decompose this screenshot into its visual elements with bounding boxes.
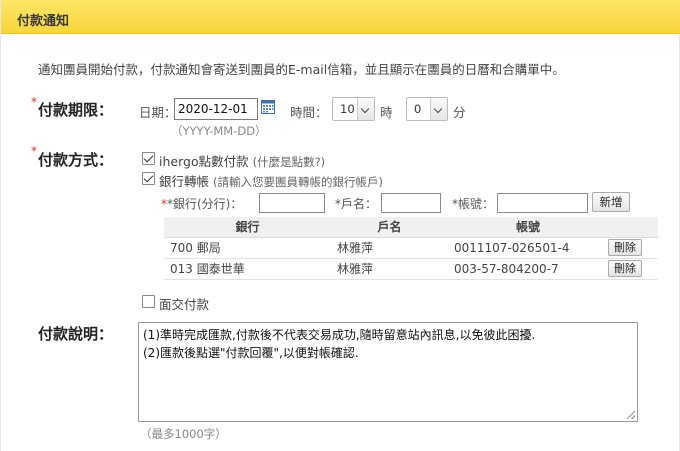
what-is-points-link[interactable]: (什麼是點數?) [253, 155, 326, 169]
bank-accounts-table: 銀行 戶名 帳號 700 郵局 林雅萍 0011107-026501-4 刪除 … [164, 217, 658, 280]
minute-unit: 分 [453, 105, 466, 120]
face-to-face-checkbox[interactable] [142, 295, 155, 308]
account-name-label-text: *戶名： [335, 197, 378, 211]
delete-button[interactable]: 刪除 [608, 239, 642, 256]
cell-account: 003-57-804200-7 [448, 258, 608, 280]
payment-description-textarea[interactable]: (1)準時完成匯款,付款後不代表交易成功,隨時留意站內訊息,以免彼此困擾. (2… [138, 322, 638, 422]
calendar-icon[interactable] [261, 100, 275, 114]
cell-name: 林雅萍 [331, 258, 448, 280]
bank-transfer-note: (請輸入您要團員轉帳的銀行帳戶) [213, 175, 383, 189]
points-payment-text: ihergo點數付款 (什麼是點數?) [159, 151, 325, 170]
payment-notice-panel: 付款通知 通知團員開始付款，付款通知會寄送到團員的E-mail信箱，並且顯示在團… [0, 0, 680, 451]
chevron-down-icon [430, 98, 447, 120]
account-name-label: *戶名： [335, 195, 377, 212]
table-header-row: 銀行 戶名 帳號 [164, 217, 658, 238]
account-number-input[interactable] [497, 193, 588, 213]
column-header-action [608, 217, 658, 238]
payment-description-label: 付款說明： [38, 325, 114, 343]
char-limit-hint: （最多1000字） [140, 427, 227, 441]
description-line: (2)匯款後點選"付款回覆",以便對帳確認. [143, 346, 359, 360]
date-input[interactable]: 2020-12-01 [174, 98, 258, 120]
date-label: 日期： [139, 105, 177, 120]
payment-method-label: 付款方式： [38, 151, 114, 169]
account-number-label: *帳號： [452, 195, 494, 212]
chevron-down-icon [357, 98, 374, 120]
date-format-hint: （YYYY-MM-DD） [171, 124, 267, 138]
bank-branch-label-text: *銀行(分行)： [167, 197, 243, 211]
required-mark: * [31, 95, 37, 109]
bank-branch-label: **銀行(分行)： [161, 197, 243, 211]
intro-text: 通知團員開始付款，付款通知會寄送到團員的E-mail信箱，並且顯示在團員的日曆和… [38, 62, 565, 77]
bank-transfer-text: 銀行轉帳 (請輸入您要團員轉帳的銀行帳戶) [159, 171, 383, 190]
column-header-bank: 銀行 [164, 217, 331, 238]
time-label: 時間： [290, 105, 328, 120]
bank-transfer-checkbox[interactable] [142, 172, 155, 185]
cell-name: 林雅萍 [331, 237, 448, 259]
bank-branch-input[interactable] [259, 193, 325, 213]
hour-unit: 時 [380, 105, 393, 120]
column-header-name: 戶名 [331, 217, 448, 238]
bank-transfer-label: 銀行轉帳 [159, 174, 210, 189]
description-line: (1)準時完成匯款,付款後不代表交易成功,隨時留意站內訊息,以免彼此困擾. [143, 328, 536, 342]
account-number-label-text: *帳號： [452, 197, 495, 211]
panel-header: 付款通知 [1, 0, 680, 34]
cell-bank: 013 國泰世華 [164, 258, 331, 280]
required-mark: * [31, 144, 37, 158]
account-name-input[interactable] [381, 193, 441, 213]
minute-select[interactable]: 0 [406, 97, 448, 121]
face-to-face-label: 面交付款 [159, 297, 210, 312]
cell-action: 刪除 [608, 258, 658, 280]
minute-select-value: 0 [414, 102, 422, 116]
table-row: 013 國泰世華 林雅萍 003-57-804200-7 刪除 [164, 258, 658, 280]
resize-handle-icon[interactable] [627, 411, 635, 419]
hour-select-value: 10 [340, 102, 355, 116]
cell-bank: 700 郵局 [164, 237, 331, 259]
cell-action: 刪除 [608, 237, 658, 259]
delete-button[interactable]: 刪除 [608, 260, 642, 277]
cell-account: 0011107-026501-4 [448, 237, 608, 259]
column-header-account: 帳號 [448, 217, 608, 238]
points-payment-label: ihergo點數付款 [159, 154, 249, 169]
payment-deadline-label: 付款期限： [38, 101, 114, 119]
panel-title: 付款通知 [17, 14, 70, 29]
add-bank-button[interactable]: 新增 [592, 192, 630, 212]
hour-select[interactable]: 10 [332, 97, 375, 121]
table-row: 700 郵局 林雅萍 0011107-026501-4 刪除 [164, 237, 658, 259]
points-payment-checkbox[interactable] [142, 152, 155, 165]
